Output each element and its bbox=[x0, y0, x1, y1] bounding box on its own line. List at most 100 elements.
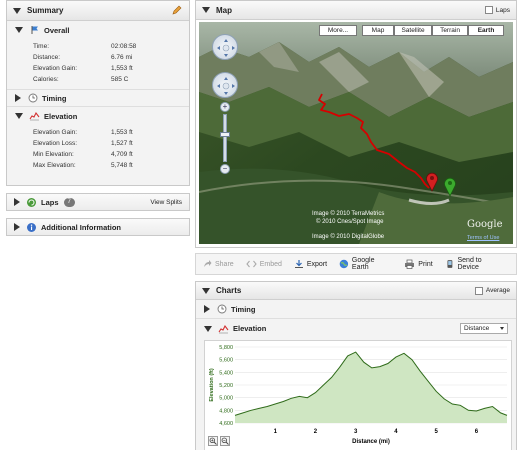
move-navigation-control[interactable] bbox=[212, 72, 238, 98]
timing-section-toggle[interactable]: Timing bbox=[7, 89, 189, 107]
google-logo: Google bbox=[467, 219, 503, 230]
average-toggle[interactable]: Average bbox=[474, 286, 510, 295]
edit-pencil-icon[interactable] bbox=[172, 5, 182, 17]
expand-triangle-icon[interactable] bbox=[14, 198, 20, 206]
map-viewport[interactable]: More... Map Satellite Terrain Earth + − … bbox=[199, 22, 513, 244]
map-type-terrain[interactable]: Terrain bbox=[432, 25, 468, 36]
y-tick-label: 5,800 bbox=[219, 345, 233, 351]
end-marker-icon[interactable] bbox=[425, 172, 439, 192]
start-marker-icon[interactable] bbox=[443, 177, 457, 197]
checkbox-label: Average bbox=[485, 287, 510, 294]
map-type-switcher: Map Satellite Terrain Earth bbox=[362, 25, 504, 36]
summary-title: Summary bbox=[27, 6, 64, 15]
expand-triangle-icon[interactable] bbox=[204, 325, 212, 332]
device-icon bbox=[447, 260, 453, 268]
chart-zoom-out-button[interactable] bbox=[220, 436, 230, 446]
clock-icon bbox=[27, 93, 38, 104]
attribution-line: Image © 2010 DigitalGlobe bbox=[312, 234, 385, 240]
x-axis-select[interactable]: Distance bbox=[460, 323, 508, 334]
move-arrows-icon bbox=[217, 77, 235, 95]
checkbox[interactable] bbox=[474, 286, 483, 295]
map-attribution: Image © 2010 TerraMetrics © 2010 Cnes/Sp… bbox=[312, 210, 384, 226]
map-laps-toggle[interactable]: Laps bbox=[484, 6, 510, 14]
elevation-chart-area: 5,800 5,600 5,400 5,200 5,000 4,800 4,600 1 2 3 4… bbox=[204, 340, 512, 450]
additional-info-label: Additional Information bbox=[41, 222, 121, 232]
terms-of-use-link[interactable]: Terms of Use bbox=[467, 235, 499, 241]
summary-header[interactable]: Summary bbox=[7, 1, 189, 21]
send-to-device-button[interactable]: Send to Device bbox=[445, 257, 504, 271]
stat-key: Time: bbox=[33, 43, 50, 50]
expand-triangle-icon[interactable] bbox=[14, 223, 20, 231]
collapse-triangle-icon[interactable] bbox=[13, 7, 21, 14]
stat-row: Elevation Loss: 1,527 ft bbox=[7, 138, 189, 149]
map-header[interactable]: Map Laps bbox=[196, 1, 516, 20]
chart-zoom-in-button[interactable] bbox=[208, 436, 218, 446]
share-icon bbox=[204, 260, 212, 267]
view-splits-link[interactable]: View Splits bbox=[150, 199, 182, 206]
y-tick-label: 5,400 bbox=[219, 370, 233, 376]
stat-key: Elevation Loss: bbox=[33, 140, 78, 147]
additional-info-panel[interactable]: Additional Information bbox=[6, 218, 190, 236]
x-tick-label: 1 bbox=[274, 429, 278, 435]
stat-row: Elevation Gain: 1,553 ft bbox=[7, 63, 189, 74]
chevron-down-icon bbox=[500, 327, 504, 330]
charts-elevation-toggle[interactable]: Elevation Distance bbox=[196, 319, 516, 338]
more-button[interactable]: More... bbox=[319, 25, 357, 36]
zoom-slider[interactable]: + − bbox=[220, 102, 230, 174]
stat-row: Time: 02:08:58 bbox=[7, 41, 189, 52]
collapse-triangle-icon[interactable] bbox=[202, 287, 210, 294]
look-navigation-control[interactable] bbox=[212, 34, 238, 60]
checkbox[interactable] bbox=[484, 6, 493, 14]
overall-label: Overall bbox=[44, 25, 70, 35]
elevation-graph-icon bbox=[29, 111, 40, 122]
embed-icon bbox=[245, 260, 257, 268]
charts-header[interactable]: Charts Average bbox=[196, 282, 516, 300]
zoom-thumb[interactable] bbox=[220, 132, 230, 137]
stat-value: 02:08:58 bbox=[111, 43, 137, 50]
charts-timing-label: Timing bbox=[231, 304, 256, 314]
x-tick-label: 4 bbox=[394, 429, 398, 435]
stat-key: Min Elevation: bbox=[33, 151, 74, 158]
expand-triangle-icon[interactable] bbox=[204, 305, 210, 313]
zoom-out-icon[interactable]: − bbox=[220, 164, 230, 174]
expand-triangle-icon[interactable] bbox=[15, 94, 21, 102]
expand-triangle-icon[interactable] bbox=[15, 113, 23, 119]
x-tick-label: 6 bbox=[475, 429, 479, 435]
x-tick-label: 5 bbox=[435, 429, 439, 435]
attribution-line: Image © 2010 TerraMetrics bbox=[312, 211, 385, 217]
charts-timing-toggle[interactable]: Timing bbox=[196, 300, 516, 319]
laps-panel[interactable]: Laps 7 View Splits bbox=[6, 193, 190, 211]
flag-icon bbox=[29, 25, 40, 36]
zoom-in-icon[interactable]: + bbox=[220, 102, 230, 112]
overall-section-toggle[interactable]: Overall bbox=[7, 21, 189, 39]
google-earth-label: Google Earth bbox=[351, 257, 375, 271]
export-button[interactable]: Export bbox=[294, 259, 327, 269]
elevation-section-toggle[interactable]: Elevation bbox=[7, 107, 189, 125]
elevation-chart[interactable]: 5,800 5,600 5,400 5,200 5,000 4,800 4,600 1 2 3 4… bbox=[205, 341, 513, 450]
y-tick-label: 5,600 bbox=[219, 358, 233, 364]
zoom-track[interactable] bbox=[223, 114, 227, 162]
share-button[interactable]: Share bbox=[202, 259, 234, 269]
expand-triangle-icon[interactable] bbox=[15, 27, 23, 33]
stat-row: Max Elevation: 5,748 ft bbox=[7, 160, 189, 171]
stat-key: Elevation Gain: bbox=[33, 129, 78, 136]
stat-value: 585 C bbox=[111, 76, 129, 83]
print-button[interactable]: Print bbox=[404, 259, 433, 269]
google-earth-button[interactable]: Google Earth bbox=[339, 257, 392, 271]
map-type-map[interactable]: Map bbox=[362, 25, 394, 36]
globe-icon bbox=[339, 259, 349, 269]
collapse-triangle-icon[interactable] bbox=[202, 7, 210, 13]
export-icon bbox=[294, 260, 303, 268]
y-tick-label: 5,200 bbox=[219, 383, 233, 389]
map-type-satellite[interactable]: Satellite bbox=[394, 25, 432, 36]
map-type-earth[interactable]: Earth bbox=[468, 25, 504, 36]
embed-button[interactable]: Embed bbox=[245, 259, 282, 269]
stat-row: Calories: 585 C bbox=[7, 74, 189, 85]
x-axis-select-value: Distance bbox=[464, 325, 490, 332]
y-tick-label: 4,600 bbox=[219, 421, 233, 427]
map-panel: Map Laps More... Map Satellite Terrain E… bbox=[195, 0, 517, 248]
stat-row: Min Elevation: 4,709 ft bbox=[7, 149, 189, 160]
elevation-label: Elevation bbox=[44, 111, 78, 121]
x-tick-label: 3 bbox=[354, 429, 358, 435]
laps-icon bbox=[26, 197, 37, 208]
